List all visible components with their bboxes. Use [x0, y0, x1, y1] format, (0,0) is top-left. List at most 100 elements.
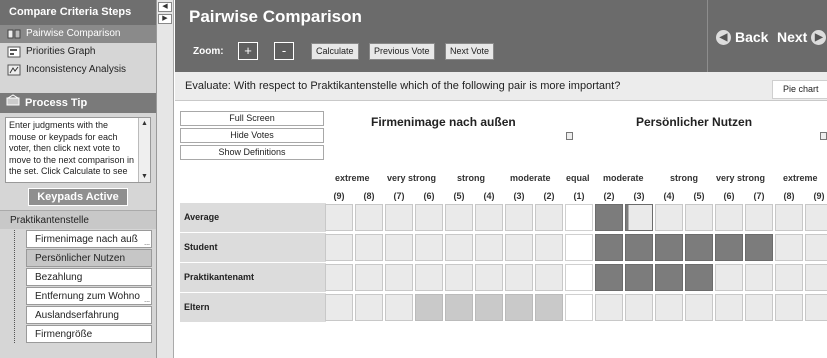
judgment-cell[interactable]	[745, 204, 773, 231]
criterion-firmengroesse[interactable]: Firmengröße	[26, 325, 152, 343]
judgment-cell[interactable]	[685, 204, 713, 231]
judgment-cell[interactable]	[355, 204, 383, 231]
judgment-cell[interactable]	[325, 264, 353, 291]
judgment-cell[interactable]	[325, 294, 353, 321]
collapse-left-icon[interactable]: ◀	[158, 2, 172, 12]
judgment-cell[interactable]	[505, 234, 533, 261]
judgment-cell[interactable]	[715, 264, 743, 291]
judgment-cell[interactable]	[535, 294, 563, 321]
criterion-bezahlung[interactable]: Bezahlung	[26, 268, 152, 286]
judgment-cell[interactable]	[475, 234, 503, 261]
judgment-cell[interactable]	[385, 264, 413, 291]
judgment-cell[interactable]	[475, 294, 503, 321]
step-pairwise-comparison[interactable]: Pairwise Comparison	[0, 25, 156, 43]
full-screen-button[interactable]: Full Screen	[180, 111, 324, 126]
judgment-cell[interactable]	[445, 264, 473, 291]
judgment-cell[interactable]	[325, 204, 353, 231]
scroll-up-icon[interactable]: ▲	[139, 118, 150, 129]
judgment-cell[interactable]	[655, 294, 683, 321]
scale-number: (7)	[753, 191, 765, 201]
judgment-cell[interactable]	[445, 234, 473, 261]
judgment-cell[interactable]	[445, 204, 473, 231]
judgment-cell[interactable]	[535, 204, 563, 231]
left-criterion-info-icon[interactable]	[566, 132, 573, 140]
judgment-cell[interactable]	[715, 294, 743, 321]
panel-splitter[interactable]: ◀ ▶	[157, 0, 174, 358]
judgment-cell[interactable]	[385, 294, 413, 321]
judgment-cell[interactable]	[805, 204, 827, 231]
right-criterion-info-icon[interactable]	[820, 132, 827, 140]
criterion-entfernung[interactable]: Entfernung zum Wohno...	[26, 287, 152, 305]
judgment-cell[interactable]	[775, 294, 803, 321]
previous-vote-button[interactable]: Previous Vote	[369, 43, 435, 60]
scale-number: (5)	[453, 191, 465, 201]
judgment-cell[interactable]	[565, 264, 593, 291]
judgment-cell[interactable]	[805, 294, 827, 321]
keypads-active-button[interactable]: Keypads Active	[28, 188, 128, 206]
judgment-cell[interactable]	[655, 264, 683, 291]
judgment-cell[interactable]	[775, 234, 803, 261]
judgment-cell[interactable]	[595, 204, 623, 231]
judgment-cell[interactable]	[685, 294, 713, 321]
judgment-cell[interactable]	[535, 234, 563, 261]
judgment-cell[interactable]	[385, 204, 413, 231]
judgment-cell[interactable]	[415, 234, 443, 261]
judgment-cell[interactable]	[805, 264, 827, 291]
step-priorities-graph[interactable]: Priorities Graph	[0, 43, 156, 61]
judgment-cell[interactable]	[745, 234, 773, 261]
judgment-cell[interactable]	[565, 294, 593, 321]
criterion-firmenimage[interactable]: Firmenimage nach auß...	[26, 230, 152, 248]
step-inconsistency-analysis[interactable]: Inconsistency Analysis	[0, 61, 156, 79]
zoom-in-button[interactable]: +	[238, 42, 258, 60]
judgment-cell[interactable]	[475, 264, 503, 291]
pie-chart-button[interactable]: Pie chart	[772, 80, 827, 99]
judgment-cell[interactable]	[595, 294, 623, 321]
judgment-cell[interactable]	[715, 234, 743, 261]
zoom-out-button[interactable]: -	[274, 42, 294, 60]
judgment-cell[interactable]	[415, 294, 443, 321]
judgment-cell[interactable]	[415, 204, 443, 231]
criterion-auslandserfahrung[interactable]: Auslandserfahrung	[26, 306, 152, 324]
back-button[interactable]: ◀ Back	[716, 29, 768, 45]
judgment-cell[interactable]	[535, 264, 563, 291]
judgment-cell[interactable]	[595, 264, 623, 291]
judgment-cell[interactable]	[805, 234, 827, 261]
next-vote-button[interactable]: Next Vote	[445, 43, 495, 60]
judgment-cell[interactable]	[355, 234, 383, 261]
calculate-button[interactable]: Calculate	[311, 43, 359, 60]
judgment-cell[interactable]	[685, 264, 713, 291]
judgment-cell[interactable]	[505, 294, 533, 321]
judgment-cell[interactable]	[745, 264, 773, 291]
expand-right-icon[interactable]: ▶	[158, 14, 172, 24]
judgment-cell[interactable]	[625, 264, 653, 291]
judgment-cell[interactable]	[565, 234, 593, 261]
criteria-root[interactable]: Praktikantenstelle	[0, 210, 156, 229]
judgment-cell[interactable]	[745, 294, 773, 321]
judgment-cell[interactable]	[685, 234, 713, 261]
judgment-cell[interactable]	[385, 234, 413, 261]
judgment-cell[interactable]	[415, 264, 443, 291]
judgment-cell[interactable]	[475, 204, 503, 231]
judgment-cell[interactable]	[355, 294, 383, 321]
show-definitions-button[interactable]: Show Definitions	[180, 145, 324, 160]
judgment-cell[interactable]	[775, 204, 803, 231]
judgment-cell[interactable]	[625, 204, 653, 231]
hide-votes-button[interactable]: Hide Votes	[180, 128, 324, 143]
judgment-cell[interactable]	[595, 234, 623, 261]
judgment-cell[interactable]	[655, 234, 683, 261]
tip-scrollbar[interactable]: ▲ ▼	[138, 118, 150, 182]
judgment-cell[interactable]	[625, 234, 653, 261]
criterion-persoenlicher-nutzen[interactable]: Persönlicher Nutzen	[26, 249, 152, 267]
judgment-cell[interactable]	[715, 204, 743, 231]
scroll-down-icon[interactable]: ▼	[139, 171, 150, 182]
judgment-cell[interactable]	[565, 204, 593, 231]
judgment-cell[interactable]	[445, 294, 473, 321]
next-button[interactable]: Next ▶	[777, 29, 827, 45]
judgment-cell[interactable]	[775, 264, 803, 291]
judgment-cell[interactable]	[625, 294, 653, 321]
judgment-cell[interactable]	[655, 204, 683, 231]
judgment-cell[interactable]	[355, 264, 383, 291]
judgment-cell[interactable]	[505, 204, 533, 231]
judgment-cell[interactable]	[505, 264, 533, 291]
judgment-cell[interactable]	[325, 234, 353, 261]
